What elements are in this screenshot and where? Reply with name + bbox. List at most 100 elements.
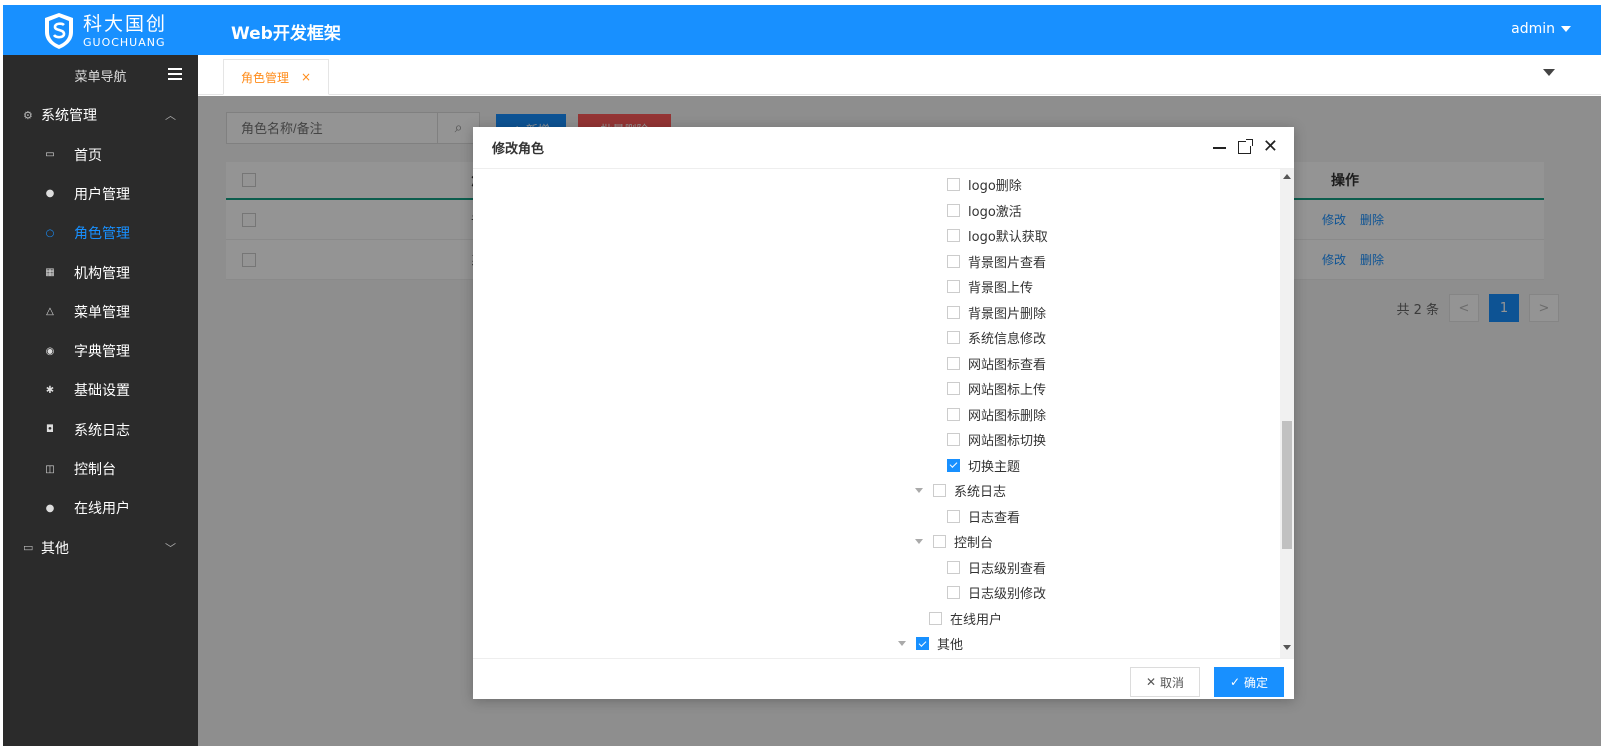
- node-checkbox[interactable]: [947, 433, 960, 447]
- tab-role-management[interactable]: 角色管理 ×: [223, 59, 329, 95]
- tree-node[interactable]: 切换主题: [947, 453, 1020, 479]
- tree-node[interactable]: 日志级别修改: [947, 580, 1046, 606]
- expand-arrow-icon[interactable]: [915, 539, 923, 545]
- node-checkbox[interactable]: [947, 382, 960, 396]
- minimize-icon[interactable]: [1212, 147, 1226, 149]
- tree-node-parent[interactable]: 其他: [898, 631, 963, 657]
- tree-node[interactable]: logo激活: [947, 198, 1022, 224]
- node-checkbox[interactable]: [947, 254, 960, 268]
- tree-node[interactable]: 背景图片查看: [947, 249, 1046, 275]
- node-label: 背景图片删除: [968, 306, 1047, 322]
- caret-down-icon: [1561, 26, 1571, 32]
- node-label: 控制台: [954, 536, 994, 552]
- expand-arrow-icon[interactable]: [898, 641, 906, 647]
- node-label: 切换主题: [968, 459, 1021, 475]
- tree-node[interactable]: 日志级别查看: [947, 555, 1046, 581]
- tree-node[interactable]: 背景图上传: [947, 274, 1033, 300]
- tree-node-parent[interactable]: 控制台: [915, 529, 993, 555]
- sidebar-item-label: 系统日志: [74, 422, 130, 439]
- confirm-button[interactable]: ✓ 确定: [1214, 667, 1284, 697]
- gear-icon: ✱: [45, 384, 55, 396]
- tree-node[interactable]: 在线用户: [929, 606, 1002, 632]
- settings-icon: ⚙: [23, 108, 33, 122]
- console-icon: ◫: [45, 463, 55, 475]
- tree-node[interactable]: logo删除: [947, 172, 1022, 198]
- chevron-up-icon: ︿: [165, 109, 176, 122]
- tabs-dropdown-icon[interactable]: [1543, 69, 1555, 76]
- node-checkbox[interactable]: [933, 535, 946, 549]
- node-checkbox[interactable]: [947, 509, 960, 523]
- sidebar-item-console[interactable]: ◫ 控制台: [3, 449, 198, 488]
- sidebar-item-syslog[interactable]: ◘ 系统日志: [3, 410, 198, 449]
- close-icon[interactable]: ✕: [1263, 138, 1278, 156]
- sidebar-item-orgs[interactable]: ▦ 机构管理: [3, 253, 198, 292]
- sidebar-header: 菜单导航: [3, 55, 198, 95]
- expand-arrow-icon[interactable]: [915, 488, 923, 494]
- menu-group-other[interactable]: ▭ 其他 ﹀: [3, 528, 198, 568]
- node-label: 网站图标删除: [968, 408, 1047, 424]
- node-label: 在线用户: [950, 612, 1003, 628]
- tree-node[interactable]: 系统信息修改: [947, 325, 1046, 351]
- node-checkbox[interactable]: [947, 331, 960, 345]
- node-label: logo激活: [968, 204, 1022, 220]
- tree-node[interactable]: logo默认获取: [947, 223, 1048, 249]
- node-label: 系统信息修改: [968, 332, 1047, 348]
- tree-node[interactable]: 网站图标上传: [947, 376, 1046, 402]
- sidebar-item-label: 用户管理: [74, 186, 130, 203]
- dict-icon: ◉: [45, 345, 55, 357]
- node-checkbox[interactable]: [947, 560, 960, 574]
- node-label: 网站图标查看: [968, 357, 1047, 373]
- scroll-up-icon[interactable]: [1283, 174, 1291, 179]
- node-checkbox[interactable]: [947, 356, 960, 370]
- scroll-thumb[interactable]: [1282, 421, 1292, 549]
- edit-role-dialog: 修改角色 ✕ logo删除 logo激活 logo默认获取 背景图片查看 背景图…: [473, 127, 1294, 699]
- cancel-button[interactable]: ✕ 取消: [1130, 667, 1200, 697]
- close-tab-icon[interactable]: ×: [301, 70, 311, 84]
- node-label: logo默认获取: [968, 230, 1048, 246]
- scrollbar[interactable]: [1280, 169, 1294, 658]
- node-checkbox[interactable]: [933, 484, 946, 498]
- sidebar-item-menus[interactable]: △ 菜单管理: [3, 292, 198, 331]
- node-checkbox[interactable]: [947, 203, 960, 217]
- node-checkbox[interactable]: [947, 305, 960, 319]
- sidebar-item-label: 首页: [74, 147, 102, 164]
- node-checkbox-checked[interactable]: [916, 637, 929, 651]
- node-checkbox[interactable]: [947, 178, 960, 192]
- node-checkbox[interactable]: [929, 611, 942, 625]
- node-checkbox-checked[interactable]: [947, 458, 960, 472]
- tree-node-parent[interactable]: 系统日志: [915, 478, 1006, 504]
- sidebar-item-home[interactable]: ▭ 首页: [3, 135, 198, 174]
- app-title: Web开发框架: [231, 24, 341, 44]
- menu-group-system[interactable]: ⚙ 系统管理 ︿: [3, 95, 198, 135]
- username: admin: [1511, 21, 1555, 37]
- top-header: 科大国创 GUOCHUANG Web开发框架 admin: [3, 5, 1601, 55]
- scroll-down-icon[interactable]: [1283, 645, 1291, 650]
- confirm-label: 确定: [1244, 675, 1269, 690]
- sidebar: 菜单导航 ⚙ 系统管理 ︿ ▭ 首页 ● 用户管理 ○ 角色管理 ▦ 机构管理 …: [3, 55, 198, 746]
- tree-node[interactable]: 背景图片删除: [947, 300, 1046, 326]
- node-checkbox[interactable]: [947, 407, 960, 421]
- sidebar-item-roles[interactable]: ○ 角色管理: [3, 214, 198, 253]
- sidebar-item-label: 菜单管理: [74, 304, 130, 321]
- dialog-footer: ✕ 取消 ✓ 确定: [473, 658, 1294, 699]
- user-menu[interactable]: admin: [1511, 21, 1571, 37]
- tree-node[interactable]: 网站图标删除: [947, 402, 1046, 428]
- sidebar-item-dict[interactable]: ◉ 字典管理: [3, 331, 198, 370]
- menu-fold-icon[interactable]: [168, 68, 182, 80]
- sidebar-item-label: 控制台: [74, 462, 116, 479]
- logo-name-cn: 科大国创: [83, 12, 168, 35]
- tree-node[interactable]: 网站图标查看: [947, 351, 1046, 377]
- sidebar-item-users[interactable]: ● 用户管理: [3, 174, 198, 213]
- node-checkbox[interactable]: [947, 280, 960, 294]
- sidebar-title: 菜单导航: [74, 69, 127, 85]
- tree-node[interactable]: 日志查看: [947, 504, 1020, 530]
- lock-icon: △: [46, 306, 54, 318]
- close-icon: ✕: [1145, 675, 1157, 689]
- sidebar-item-online-users[interactable]: ● 在线用户: [3, 489, 198, 528]
- sidebar-item-basic-settings[interactable]: ✱ 基础设置: [3, 371, 198, 410]
- tree-node[interactable]: 网站图标切换: [947, 427, 1046, 453]
- node-checkbox[interactable]: [947, 229, 960, 243]
- node-label: 背景图片查看: [968, 255, 1047, 271]
- node-checkbox[interactable]: [947, 586, 960, 600]
- maximize-icon[interactable]: [1237, 138, 1253, 154]
